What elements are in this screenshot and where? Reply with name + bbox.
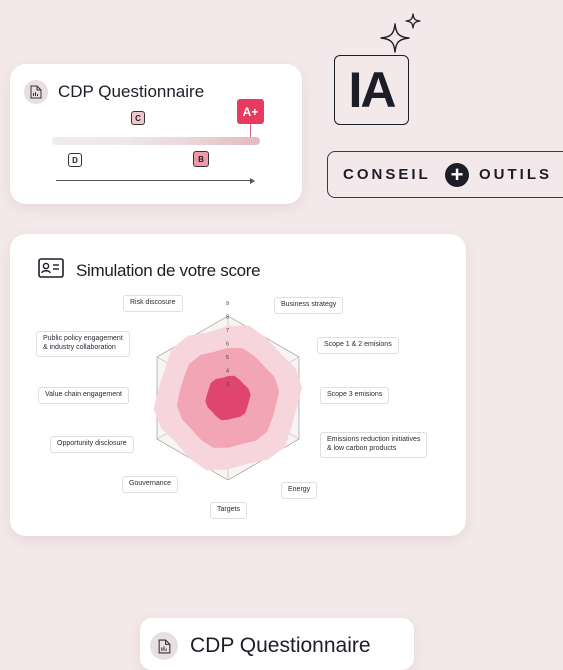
cdp-card-header: CDP Questionnaire [24, 80, 204, 104]
grade-c-marker: C [131, 111, 145, 125]
grade-b-marker: B [193, 151, 209, 167]
cdp-questionnaire-pill[interactable]: CDP Questionnaire [140, 618, 414, 670]
grade-a-plus-badge: A+ [237, 99, 264, 124]
label-scope-1-2: Scope 1 & 2 emisions [317, 337, 399, 354]
outils-label: OUTILS [479, 166, 552, 183]
cdp-questionnaire-card[interactable]: CDP Questionnaire C D B A+ [10, 64, 302, 204]
score-radar-chart: 3 4 5 6 7 8 9 [153, 301, 303, 481]
label-opportunity: Opportunity disclosure [50, 436, 134, 453]
bottom-pill-header: CDP Questionnaire [150, 632, 371, 660]
score-track [52, 137, 260, 145]
arrow-head-icon [250, 178, 255, 184]
bottom-pill-title: CDP Questionnaire [190, 634, 371, 657]
label-scope-3: Scope 3 emisions [320, 387, 390, 404]
label-risk-disclosure: Risk discosure [123, 295, 183, 312]
conseil-outils-badge[interactable]: CONSEIL + OUTILS [327, 151, 563, 198]
radar-tick-label: 8 [226, 315, 229, 321]
label-targets: Targets [210, 502, 247, 519]
document-icon [24, 80, 48, 104]
label-emissions-reduction: Emissions reduction initiatives & low ca… [320, 432, 428, 458]
ia-logo: IA [334, 55, 409, 125]
simulation-card[interactable]: Simulation de votre score 3456789 Risk d… [10, 234, 466, 536]
cdp-card-title: CDP Questionnaire [58, 82, 205, 101]
radar-tick-label: 3 [226, 382, 229, 388]
radar-tick-label: 7 [226, 328, 229, 334]
radar-tick-label: 4 [226, 369, 229, 375]
label-energy: Energy [281, 482, 318, 499]
label-gouvernance: Gouvernance [122, 476, 179, 493]
label-public-policy: Public policy engagement & industry coll… [36, 331, 130, 357]
grade-a-stem [250, 124, 251, 137]
label-business-strategy: Business strategy [274, 297, 344, 314]
sparkles-icon [375, 12, 425, 61]
label-value-chain: Value chain engagement [38, 387, 129, 404]
plus-circle-icon: + [445, 163, 469, 187]
radar-tick-label: 9 [226, 301, 229, 307]
radar-tick-label: 6 [226, 342, 229, 348]
radar-tick-label: 5 [226, 355, 229, 361]
document-icon [150, 632, 178, 660]
progress-arrow-line [56, 180, 252, 181]
conseil-label: CONSEIL [343, 166, 431, 183]
grade-d-marker: D [68, 153, 82, 167]
